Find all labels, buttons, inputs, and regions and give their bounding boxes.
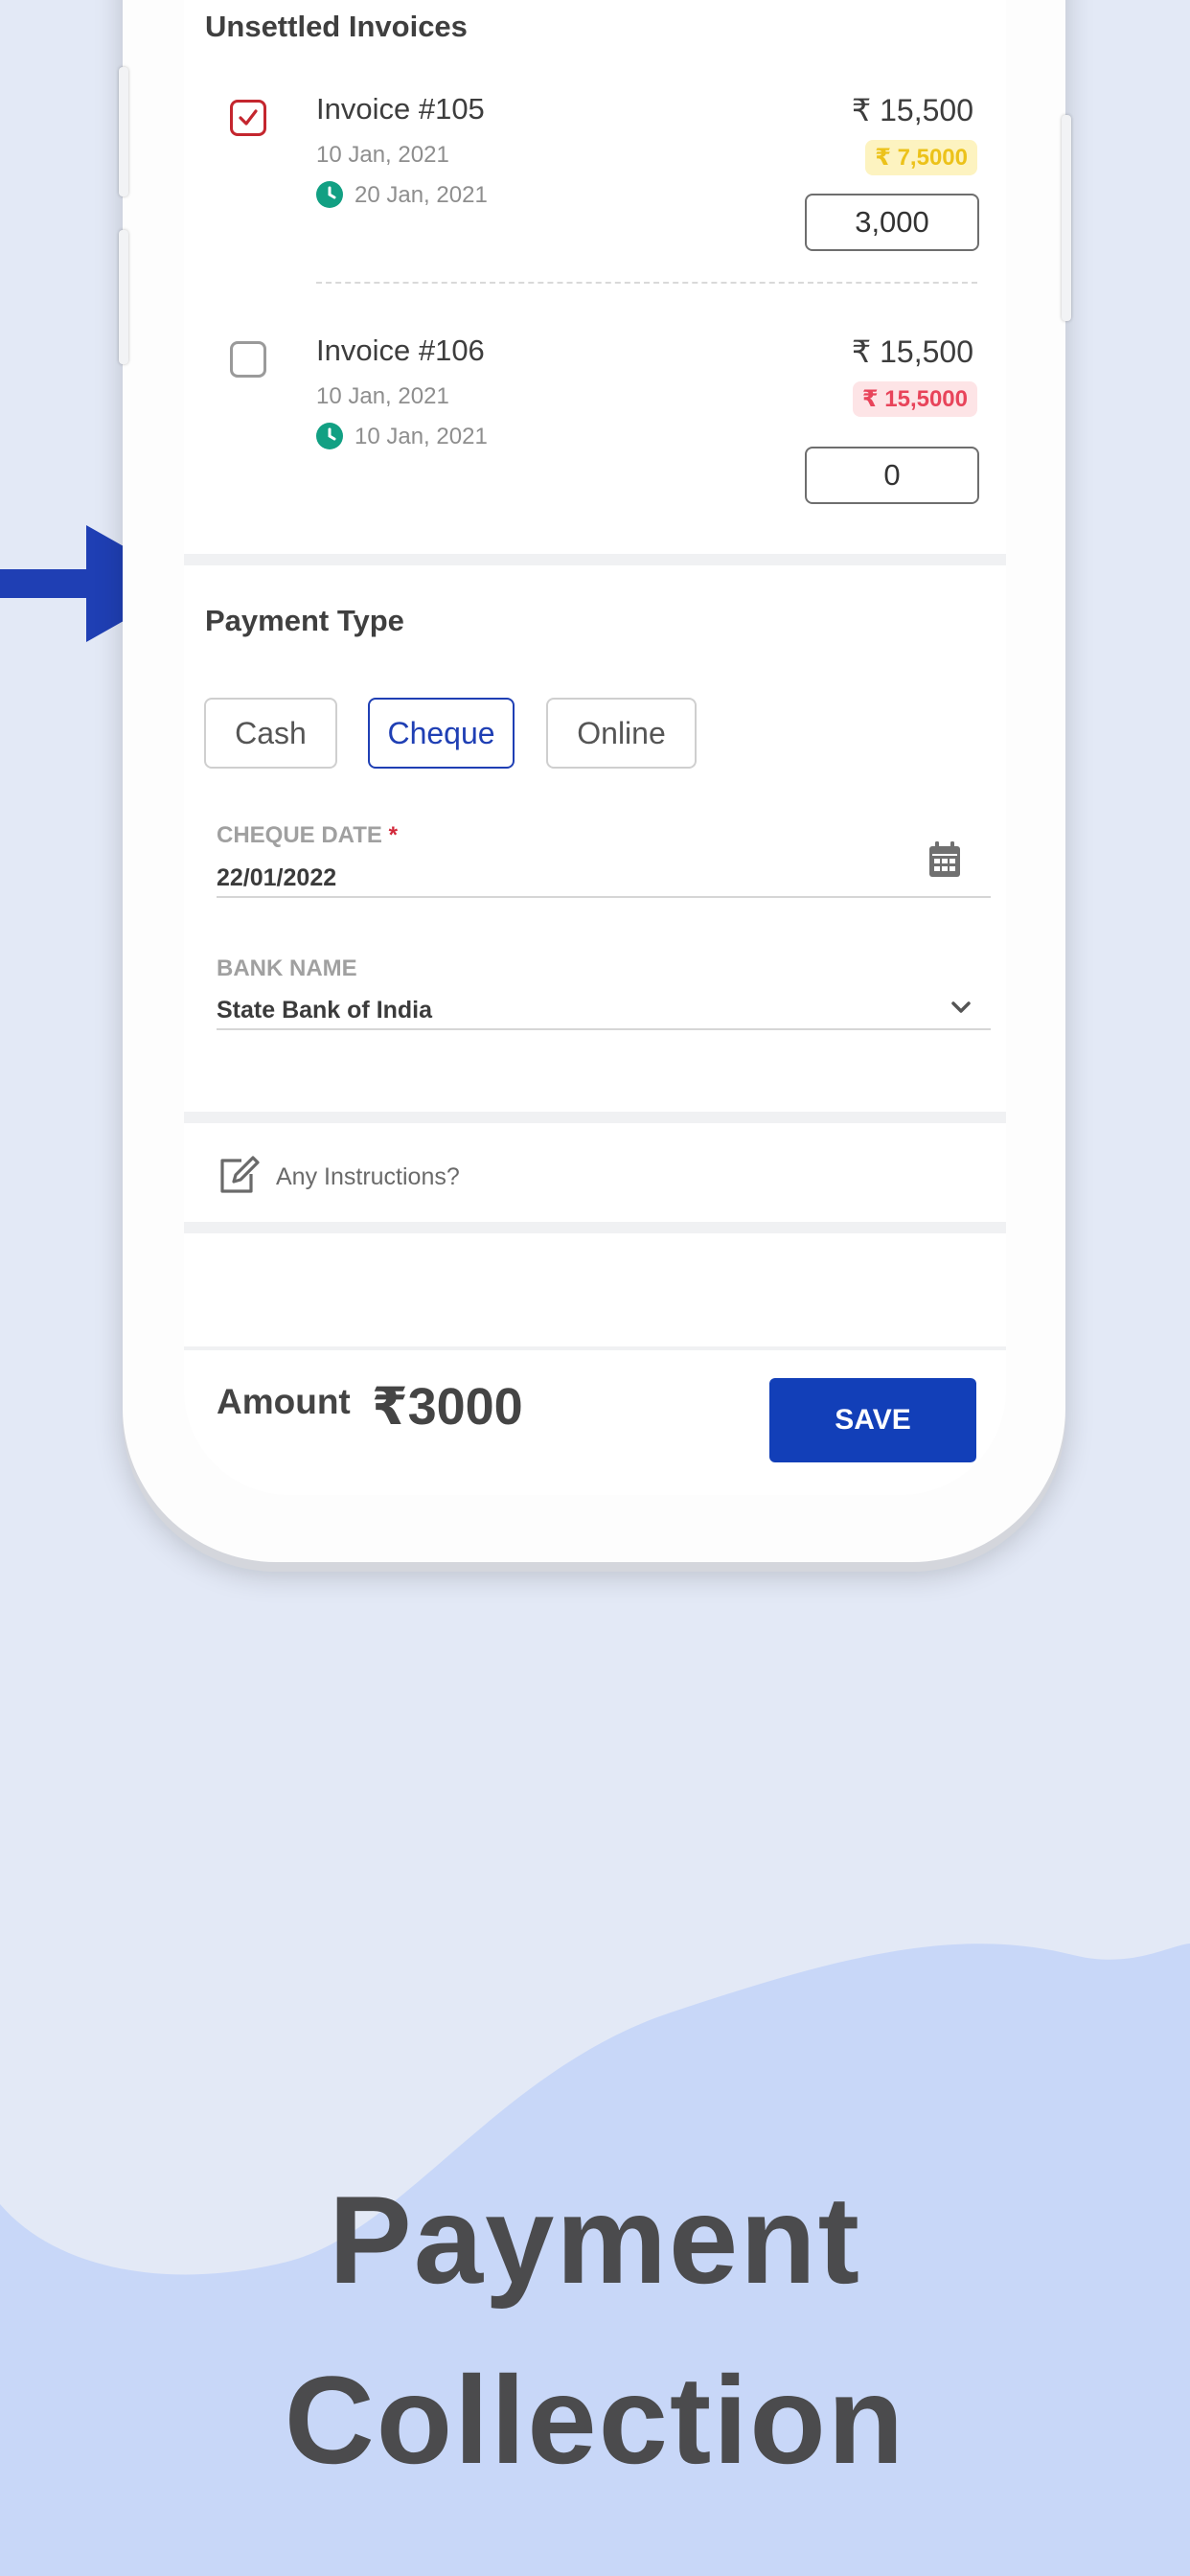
arrow-pointer-shaft xyxy=(0,569,92,598)
invoice-due-date: 20 Jan, 2021 xyxy=(355,182,488,208)
divider xyxy=(316,282,977,284)
headline-line2: Collection xyxy=(284,2350,906,2490)
instructions-input[interactable]: Any Instructions? xyxy=(276,1163,460,1191)
bank-name-underline xyxy=(217,1028,991,1030)
cheque-date-value[interactable]: 22/01/2022 xyxy=(217,864,336,892)
invoice-due: 10 Jan, 2021 xyxy=(316,422,488,451)
cheque-date-label-text: CHEQUE DATE xyxy=(217,822,382,848)
invoice-due-date: 10 Jan, 2021 xyxy=(355,424,488,449)
invoice-date: 10 Jan, 2021 xyxy=(316,142,449,168)
invoice-amount: ₹ 15,500 xyxy=(851,334,973,369)
pending-amount-badge: ₹ 7,5000 xyxy=(865,140,977,175)
edit-icon[interactable] xyxy=(217,1155,261,1197)
total-amount-label: Amount xyxy=(217,1382,351,1421)
calendar-icon[interactable] xyxy=(927,840,962,879)
payment-amount-input[interactable]: 0 xyxy=(805,447,979,504)
invoice-title: Invoice #105 xyxy=(316,92,485,126)
payment-type-title: Payment Type xyxy=(205,604,404,637)
payment-type-cheque-button[interactable]: Cheque xyxy=(368,698,515,769)
clock-icon xyxy=(316,422,343,449)
payment-type-cash-button[interactable]: Cash xyxy=(204,698,337,769)
invoice-date: 10 Jan, 2021 xyxy=(316,383,449,409)
section-divider xyxy=(184,1112,1006,1123)
section-divider xyxy=(184,554,1006,565)
footer-divider xyxy=(184,1346,1006,1350)
bank-name-label: BANK NAME xyxy=(217,955,357,981)
pending-amount-badge: ₹ 15,5000 xyxy=(852,381,977,417)
cheque-date-label: CHEQUE DATE * xyxy=(217,822,398,849)
bank-name-select[interactable]: State Bank of India xyxy=(217,997,432,1024)
invoice-row: Invoice #105 10 Jan, 2021 20 Jan, 2021 ₹… xyxy=(184,92,1006,320)
headline-line1: Payment xyxy=(329,2170,861,2310)
required-mark: * xyxy=(388,822,398,848)
payment-amount-input[interactable]: 3,000 xyxy=(805,194,979,251)
clock-icon xyxy=(316,180,343,208)
save-button[interactable]: SAVE xyxy=(769,1378,976,1462)
phone-side-button xyxy=(119,67,128,196)
section-divider xyxy=(184,1222,1006,1233)
phone-power-button xyxy=(1062,115,1071,321)
phone-side-button xyxy=(119,230,128,364)
chevron-down-icon[interactable] xyxy=(950,1000,972,1014)
invoice-checkbox[interactable] xyxy=(230,341,266,378)
invoice-title: Invoice #106 xyxy=(316,334,485,367)
cheque-date-underline xyxy=(217,896,991,898)
invoice-checkbox[interactable] xyxy=(230,100,266,136)
checkmark-icon xyxy=(239,109,258,126)
payment-type-online-button[interactable]: Online xyxy=(546,698,697,769)
total-amount-value: ₹3000 xyxy=(372,1378,523,1436)
invoice-row: Invoice #106 10 Jan, 2021 10 Jan, 2021 ₹… xyxy=(184,334,1006,562)
unsettled-invoices-title: Unsettled Invoices xyxy=(205,10,468,43)
app-screen: Unsettled Invoices Invoice #105 10 Jan, … xyxy=(184,0,1006,1495)
invoice-due: 20 Jan, 2021 xyxy=(316,180,488,210)
invoice-amount: ₹ 15,500 xyxy=(851,93,973,127)
